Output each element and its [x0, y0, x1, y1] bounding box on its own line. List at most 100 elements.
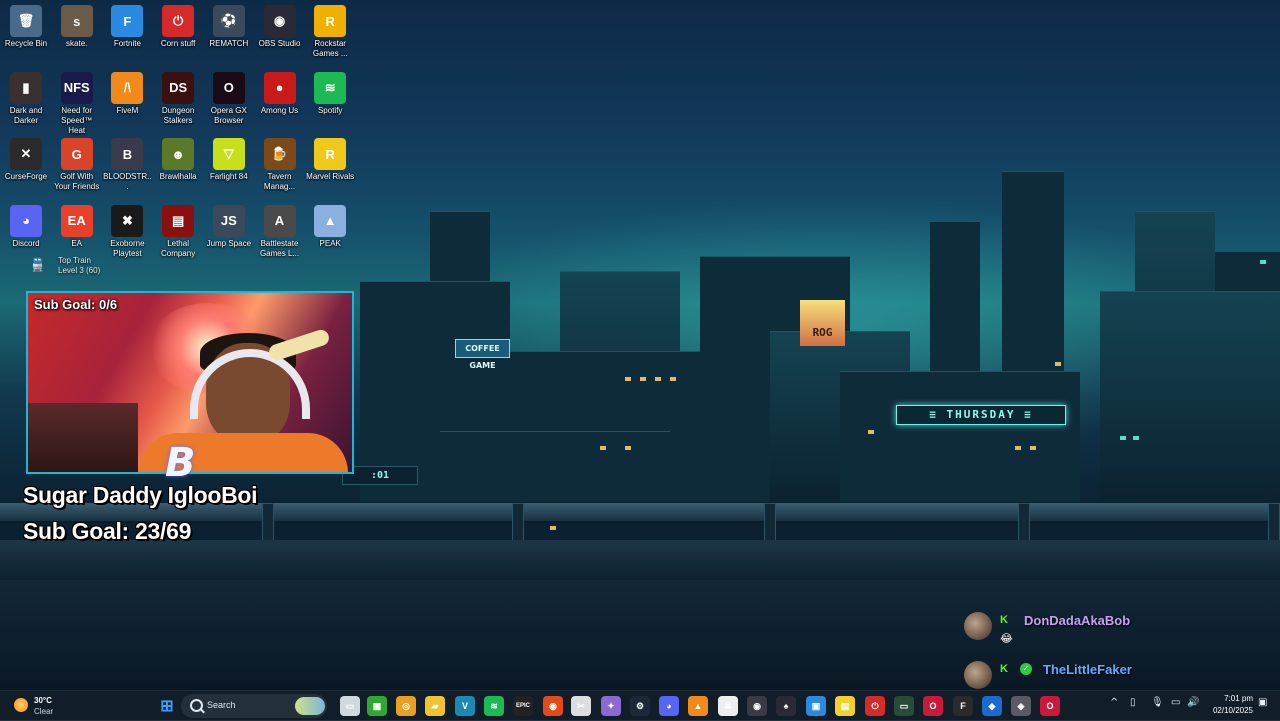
window-light	[670, 377, 676, 381]
rooftop-ledge	[0, 540, 1280, 580]
chat-emoji: 😂	[1000, 632, 1013, 645]
steam-icon[interactable]: ⚙	[630, 696, 650, 716]
brawlhalla-shortcut[interactable]: ☻ Brawlhalla	[153, 134, 203, 182]
among-us-shortcut[interactable]: ● Among Us	[255, 68, 305, 116]
lethal-company-shortcut[interactable]: ▤ Lethal Company	[153, 201, 203, 259]
curseforge-icon: ✕	[10, 138, 42, 170]
jump-space-icon: JS	[212, 204, 245, 237]
top-train-widget[interactable]: 🚆 Top Train Level 3 (60)	[26, 252, 136, 278]
obs-studio-shortcut[interactable]: ◉ OBS Studio	[255, 1, 305, 49]
curseforge-shortcut[interactable]: ✕ CurseForge	[1, 134, 51, 182]
shortcut-label: Among Us	[260, 105, 299, 115]
jump-space-shortcut[interactable]: JS Jump Space	[204, 201, 254, 249]
skate-shortcut[interactable]: s skate.	[52, 1, 102, 49]
shortcut-label: PEAK	[319, 238, 341, 248]
chat-message: K DonDadaAkaBob 😂	[964, 608, 1264, 648]
fortnite-shortcut[interactable]: F Fortnite	[102, 1, 152, 49]
terminal-icon[interactable]: ▭	[894, 696, 914, 716]
dungeon-stalkers-shortcut[interactable]: DS Dungeon Stalkers	[153, 68, 203, 126]
fivem-shortcut[interactable]: /\ FiveM	[102, 68, 152, 116]
clock-time: 7:01 pm	[1224, 694, 1253, 703]
opera-gx-shortcut[interactable]: O Opera GX Browser	[204, 68, 254, 126]
notifications-icon[interactable]: ▣	[1258, 697, 1267, 708]
rockstar-games-shortcut[interactable]: R Rockstar Games ...	[305, 1, 355, 59]
obs-studio-icon: ◉	[263, 5, 296, 37]
task-view-icon[interactable]: ▭	[340, 696, 360, 716]
golf-with-your-friends-icon: G	[60, 138, 93, 170]
nfs-heat-icon: NFS	[60, 71, 93, 104]
copilot-icon[interactable]: ✦	[601, 696, 621, 716]
opera-gx-2-icon[interactable]: O	[1040, 696, 1060, 716]
search-box[interactable]: Search	[181, 694, 327, 718]
spotify-icon: ≋	[314, 71, 347, 104]
window-light	[1030, 446, 1036, 450]
game-icon[interactable]: ♠	[776, 696, 796, 716]
exoborne-icon: ✖	[111, 204, 144, 237]
nfs-heat-shortcut[interactable]: NFS Need for Speed™ Heat	[52, 68, 102, 136]
ea-shortcut[interactable]: EA EA	[52, 201, 102, 249]
weather-temp: 30°C	[34, 696, 52, 705]
window-light	[1133, 436, 1139, 440]
discord-icon[interactable]: ◕	[659, 696, 679, 716]
cam-sub-goal: Sub Goal: 0/6	[34, 297, 118, 312]
tablet-icon[interactable]: ▯	[1130, 697, 1136, 708]
obs-icon[interactable]: ◉	[747, 696, 767, 716]
rockstar-games-icon: R	[314, 5, 347, 37]
shortcut-label: REMATCH	[209, 39, 249, 48]
network-icon[interactable]: ▭	[1171, 697, 1180, 708]
corn-stuff-shortcut[interactable]: ⏻ Corn stuff	[153, 1, 203, 49]
browser-icon[interactable]: ◉	[543, 696, 563, 716]
lethal-company-icon: ▤	[162, 204, 195, 237]
start-icon[interactable]: ⊞	[157, 696, 177, 716]
tavern-manager-shortcut[interactable]: 🍺 Tavern Manag...	[255, 134, 305, 192]
rog-icon[interactable]: ◈	[1011, 696, 1031, 716]
peak-shortcut[interactable]: ▲ PEAK	[305, 201, 355, 249]
microphone	[267, 327, 331, 363]
top-train-title: Top Train	[58, 256, 91, 265]
window-light	[640, 377, 646, 381]
vlc-icon[interactable]: ▲	[688, 696, 708, 716]
discord-shortcut[interactable]: ◕ Discord	[1, 201, 51, 249]
chat-username: DonDadaAkaBob	[1024, 613, 1131, 628]
epic-games-icon[interactable]: EPIC	[513, 696, 533, 716]
dungeon-stalkers-icon: DS	[162, 71, 195, 104]
vscode-icon[interactable]: ◆	[982, 696, 1002, 716]
corn-stuff-icon: ⏻	[162, 5, 195, 37]
building	[840, 371, 1080, 502]
file-explorer-icon[interactable]: ▰	[425, 696, 445, 716]
rematch-shortcut[interactable]: ⚽ REMATCH	[204, 1, 254, 49]
avatar	[964, 612, 992, 640]
shortcut-label: Lethal Company	[160, 238, 196, 258]
chrome-icon[interactable]: ◎	[396, 696, 416, 716]
xbox-icon[interactable]: ▦	[367, 696, 387, 716]
farlight-84-shortcut[interactable]: ▽ Farlight 84	[204, 134, 254, 182]
recycle-bin-shortcut[interactable]: 🗑 Recycle Bin	[1, 1, 51, 49]
weather-widget[interactable]: 30°C Clear	[12, 693, 72, 719]
tray-chevron-icon[interactable]: ^	[1110, 697, 1118, 708]
battlestate-games-shortcut[interactable]: A Battlestate Games L...	[255, 201, 305, 259]
clock[interactable]: 7:01 pm 02/10/2025	[1205, 693, 1253, 717]
shortcut-label: Fortnite	[113, 39, 141, 48]
window-light	[625, 377, 631, 381]
shortcut-label: Farlight 84	[209, 172, 248, 181]
capcut-app-icon[interactable]: ✖	[718, 696, 738, 716]
search-placeholder: Search	[207, 700, 236, 710]
vegas-icon[interactable]: V	[455, 696, 475, 716]
capcut-icon[interactable]: ✂	[571, 696, 591, 716]
opera-gx-icon[interactable]: O	[923, 696, 943, 716]
golf-with-your-friends-shortcut[interactable]: G Golf With Your Friends	[52, 134, 102, 192]
shortcut-label: OBS Studio	[258, 39, 301, 48]
bloodstrike-shortcut[interactable]: B BLOODSTR...	[102, 134, 152, 192]
photos-icon[interactable]: ▣	[806, 696, 826, 716]
exoborne-shortcut[interactable]: ✖ Exoborne Playtest	[102, 201, 152, 259]
sticky-notes-icon[interactable]: ▤	[835, 696, 855, 716]
volume-icon[interactable]: 🔊	[1187, 697, 1199, 708]
spotify-shortcut[interactable]: ≋ Spotify	[305, 68, 355, 116]
power-icon[interactable]: ⏻	[865, 696, 885, 716]
verified-badge-icon: ✓	[1020, 663, 1032, 675]
spotify-icon[interactable]: ≋	[484, 696, 504, 716]
fl-studio-icon[interactable]: F	[953, 696, 973, 716]
marvel-rivals-shortcut[interactable]: R Marvel Rivals	[305, 134, 355, 182]
dark-and-darker-shortcut[interactable]: ▮ Dark and Darker	[1, 68, 51, 126]
microphone-icon[interactable]: 🎙	[1151, 697, 1164, 708]
